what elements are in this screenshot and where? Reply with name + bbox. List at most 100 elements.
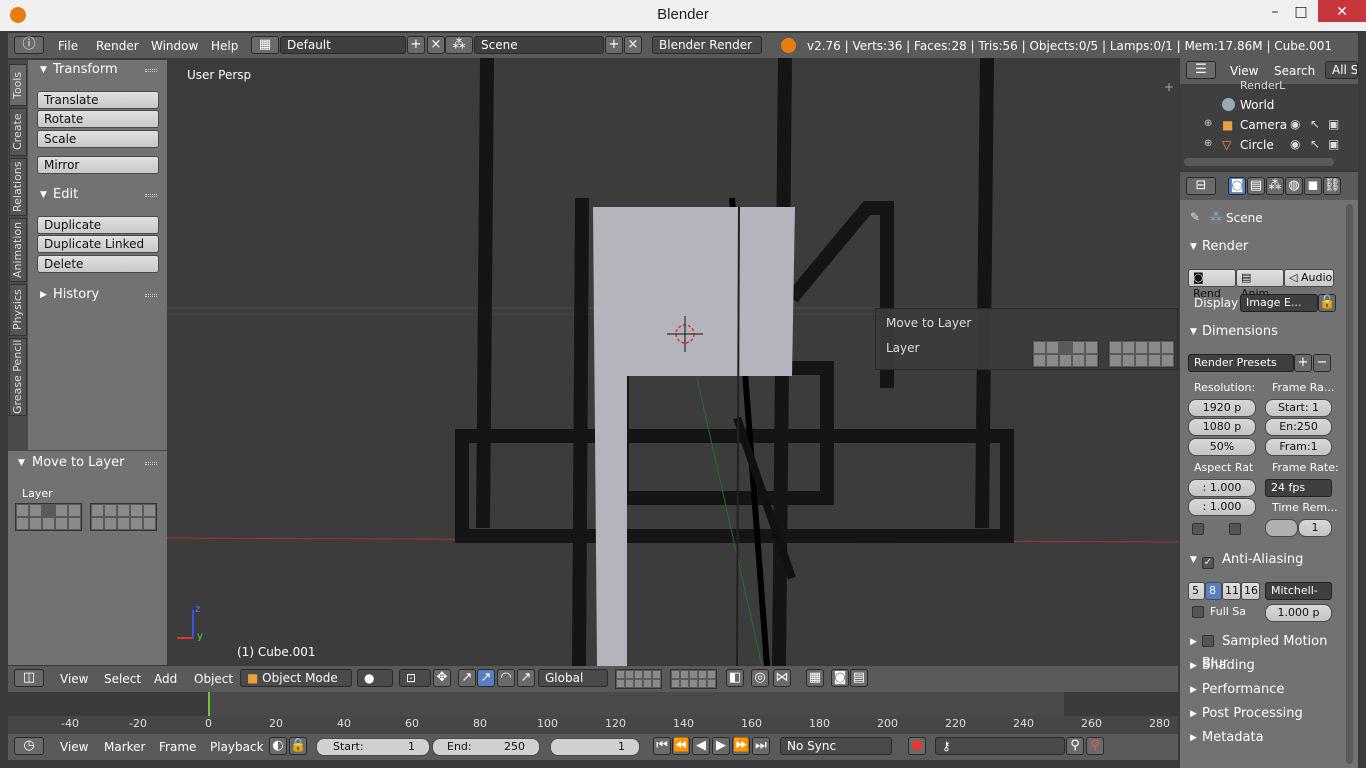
pin-icon[interactable]: ✎: [1190, 210, 1200, 224]
scale-manipulator[interactable]: ◠: [497, 669, 515, 687]
orientation-select[interactable]: Global: [538, 669, 608, 687]
tab-relations[interactable]: Relations: [9, 158, 27, 216]
snap-button[interactable]: ⋈: [773, 669, 791, 687]
shading-panel-header[interactable]: ▶ Shading: [1188, 655, 1346, 677]
minimize-button[interactable]: –: [1262, 0, 1288, 24]
editor-type-button[interactable]: ⊟: [1186, 177, 1216, 195]
scale-button[interactable]: Scale: [37, 130, 159, 148]
render-camera-icon[interactable]: ▣: [1328, 137, 1339, 151]
expand-icon[interactable]: ⊕: [1204, 118, 1212, 129]
rotate-manipulator[interactable]: ↗: [477, 669, 495, 687]
shading-select[interactable]: ●: [357, 669, 393, 687]
scale-manipulator-2[interactable]: ↗: [517, 669, 535, 687]
lock-layers-button[interactable]: ◧: [726, 669, 744, 687]
rotate-button[interactable]: Rotate: [37, 110, 159, 128]
mirror-button[interactable]: Mirror: [37, 156, 159, 174]
frame-step-field[interactable]: Fram:1: [1265, 438, 1332, 456]
layer-grid-right[interactable]: [90, 503, 157, 531]
popup-layer-grid-left[interactable]: [1032, 340, 1099, 368]
select-arrow-icon[interactable]: ↖: [1310, 117, 1320, 131]
performance-panel-header[interactable]: ▶ Performance: [1188, 679, 1346, 701]
object-tab-icon[interactable]: ◼: [1304, 177, 1322, 195]
layout-icon[interactable]: ▦: [251, 36, 279, 54]
close-button[interactable]: ✕: [1318, 0, 1366, 22]
lock-time-button[interactable]: 🔒: [289, 737, 307, 755]
preview-range-button[interactable]: ◐: [269, 737, 287, 755]
anti-aliasing-panel-header[interactable]: ▼ ✓ Anti-Aliasing: [1188, 549, 1346, 571]
tab-animation[interactable]: Animation: [9, 218, 27, 282]
editor-type-button[interactable]: ☰: [1186, 61, 1216, 79]
motion-blur-checkbox[interactable]: [1202, 635, 1214, 647]
expand-icon[interactable]: ⊕: [1204, 138, 1212, 149]
history-panel-header[interactable]: ▶ History: [28, 285, 167, 305]
edit-panel-header[interactable]: ▼ Edit: [28, 185, 167, 205]
menu-window[interactable]: Window: [151, 39, 198, 53]
play-button[interactable]: ▶: [712, 737, 730, 755]
add-preset-button[interactable]: +: [1294, 354, 1312, 372]
filter-size-field[interactable]: 1.000 p: [1265, 604, 1332, 622]
menu-marker[interactable]: Marker: [104, 740, 145, 754]
motion-blur-panel-header[interactable]: ▶ Sampled Motion Blur: [1188, 631, 1346, 671]
resolution-x-field[interactable]: 1920 p: [1188, 399, 1256, 417]
constraints-tab-icon[interactable]: ⛓: [1323, 177, 1341, 195]
tab-physics[interactable]: Physics: [9, 284, 27, 336]
jump-start-button[interactable]: ⏮: [653, 737, 671, 755]
metadata-panel-header[interactable]: ▶ Metadata: [1188, 727, 1346, 749]
aa-samples-5[interactable]: 5: [1188, 582, 1205, 600]
display-select[interactable]: Image E...: [1240, 294, 1318, 312]
render-engine-select[interactable]: Blender Render: [652, 36, 762, 54]
menu-add[interactable]: Add: [154, 672, 177, 686]
post-processing-panel-header[interactable]: ▶ Post Processing: [1188, 703, 1346, 725]
menu-view[interactable]: View: [60, 672, 88, 686]
properties-scrollbar[interactable]: [1346, 204, 1353, 764]
delete-button[interactable]: Delete: [37, 255, 159, 273]
header-layer-grid-right[interactable]: [670, 669, 717, 689]
time-remap-old-field[interactable]: [1265, 519, 1298, 537]
prev-keyframe-button[interactable]: ⏪: [672, 737, 690, 755]
menu-view[interactable]: View: [1230, 64, 1258, 78]
viewport-plus-icon[interactable]: +: [1164, 80, 1174, 94]
snap-element-button[interactable]: ▦: [806, 669, 824, 687]
tab-grease-pencil[interactable]: Grease Pencil: [9, 338, 27, 416]
tab-create[interactable]: Create: [9, 108, 27, 156]
menu-playback[interactable]: Playback: [210, 740, 264, 754]
render-anim-button[interactable]: ▤ Anim: [1236, 269, 1284, 300]
remove-preset-button[interactable]: −: [1313, 354, 1331, 372]
render-panel-header[interactable]: ▼ Render: [1188, 236, 1346, 258]
current-frame-marker[interactable]: [208, 692, 210, 716]
header-layer-grid-left[interactable]: [615, 669, 662, 689]
frame-rate-select[interactable]: 24 fps: [1265, 479, 1332, 497]
world-tab-icon[interactable]: ◍: [1285, 177, 1303, 195]
aa-samples-8[interactable]: 8: [1205, 582, 1222, 600]
keying-set-field[interactable]: ⚷: [935, 737, 1065, 755]
scene-field[interactable]: Scene: [474, 36, 604, 54]
full-sample-checkbox[interactable]: [1192, 606, 1204, 618]
menu-render[interactable]: Render: [96, 39, 139, 53]
current-frame-field[interactable]: 1: [550, 738, 640, 756]
move-to-layer-panel-header[interactable]: ▼ Move to Layer: [8, 453, 167, 473]
render-audio-button[interactable]: ◁ Audio: [1284, 269, 1334, 287]
select-arrow-icon[interactable]: ↖: [1310, 137, 1320, 151]
aspect-x-field[interactable]: : 1.000: [1188, 479, 1256, 497]
aa-samples-16[interactable]: 16: [1241, 582, 1260, 600]
jump-end-button[interactable]: ⏭: [752, 737, 770, 755]
render-tab-icon[interactable]: ◙: [1228, 177, 1246, 195]
outliner-filter-select[interactable]: All Sc: [1325, 61, 1358, 79]
scene-icon[interactable]: ⁂: [445, 36, 473, 54]
layout-field[interactable]: Default: [280, 36, 406, 54]
render-presets-select[interactable]: Render Presets: [1188, 354, 1294, 372]
remove-layout-button[interactable]: ×: [427, 36, 445, 54]
translate-manipulator[interactable]: ↗: [458, 669, 476, 687]
render-camera-icon[interactable]: ▣: [1328, 117, 1339, 131]
dimensions-panel-header[interactable]: ▼ Dimensions: [1188, 321, 1346, 343]
outliner-item[interactable]: Camera: [1240, 118, 1287, 132]
crop-checkbox[interactable]: [1229, 523, 1241, 535]
mode-select[interactable]: ■ Object Mode: [240, 669, 352, 687]
frame-end-field[interactable]: En:250: [1265, 418, 1332, 436]
tab-tools[interactable]: Tools: [9, 64, 27, 106]
time-remap-new-field[interactable]: 1: [1298, 519, 1332, 537]
editor-type-button[interactable]: ⓘ: [14, 36, 44, 54]
display-lock-icon[interactable]: 🔓: [1318, 294, 1336, 312]
menu-help[interactable]: Help: [211, 39, 238, 53]
scene-tab-icon[interactable]: ⁂: [1266, 177, 1284, 195]
